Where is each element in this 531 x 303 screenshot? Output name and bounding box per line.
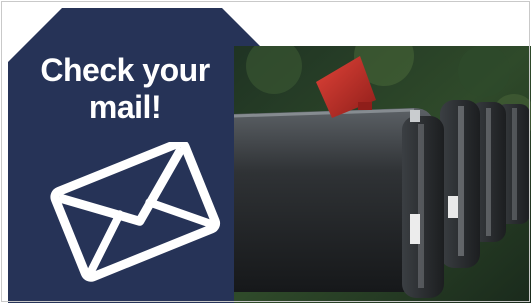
headline-line-2: mail! (88, 89, 162, 125)
headline-line-1: Check your (40, 52, 210, 88)
mailbox-main (234, 108, 444, 298)
mailbox-back-2 (440, 100, 480, 268)
mailbox-photo (234, 46, 531, 303)
envelope-icon (36, 138, 236, 282)
headline: Check your mail! (14, 52, 236, 126)
check-mail-card: Check your mail! (0, 0, 531, 303)
